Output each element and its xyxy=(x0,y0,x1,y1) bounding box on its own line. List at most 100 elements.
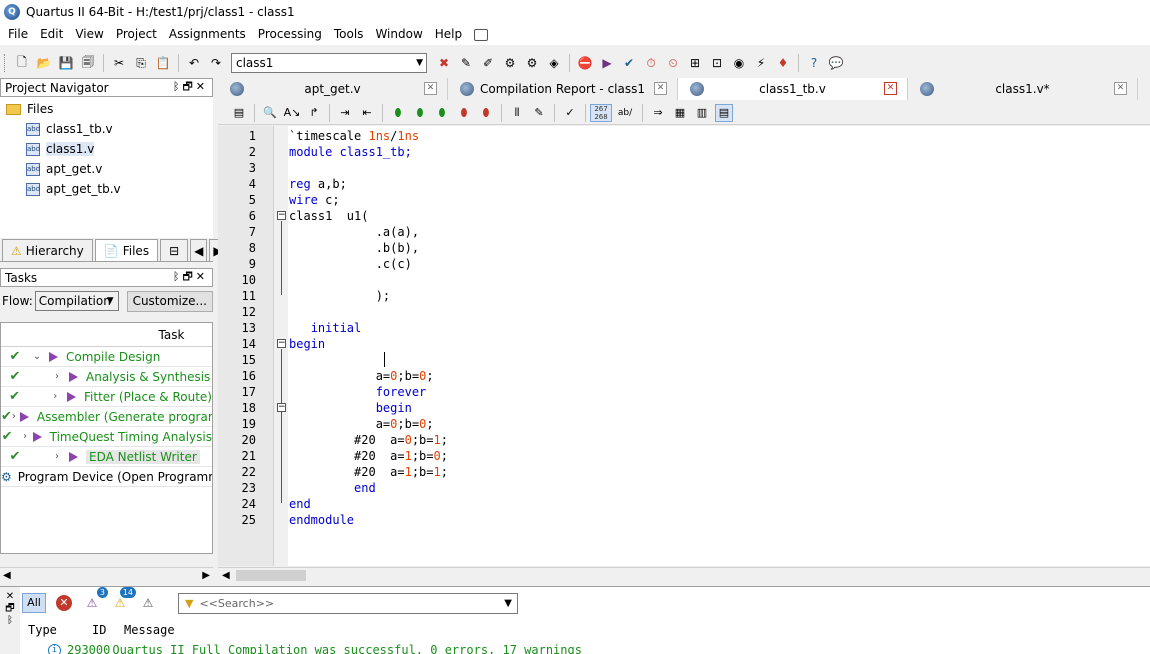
tab-files[interactable]: 📄 Files xyxy=(94,239,159,261)
technology-map-icon[interactable]: ⊡ xyxy=(708,54,726,72)
fold-toggle-icon[interactable]: − xyxy=(277,339,286,348)
right-arrow-icon[interactable]: ⇒ xyxy=(649,104,667,122)
chat-icon[interactable]: 💬 xyxy=(827,54,845,72)
menu-processing[interactable]: Processing xyxy=(252,24,328,45)
toolbar-grip[interactable] xyxy=(4,54,7,72)
message-search[interactable]: ▼ <<Search>> ▼ xyxy=(178,593,518,614)
pin-planner-icon[interactable]: ✖ xyxy=(435,54,453,72)
code-editor[interactable]: 1 `timescale 1ns/1ns 2 module class1_tb; 3 4 r… xyxy=(218,126,1150,566)
analysis-elaboration-icon[interactable]: ✔ xyxy=(620,54,638,72)
fold-toggle-icon[interactable]: − xyxy=(277,211,286,220)
settings-icon[interactable]: ⚙ xyxy=(501,54,519,72)
task-row[interactable]: ✔ › Analysis & Synthesis xyxy=(1,367,212,387)
chip-editor-icon[interactable]: ◉ xyxy=(730,54,748,72)
close-icon[interactable]: ✕ xyxy=(884,82,897,95)
menu-file[interactable]: File xyxy=(2,24,34,45)
customize-button[interactable]: Customize... xyxy=(126,290,213,312)
menu-project[interactable]: Project xyxy=(110,24,163,45)
messages-side-controls[interactable]: ✕ 🗗 ᛒ xyxy=(0,587,20,654)
task-column-header[interactable]: Task xyxy=(1,323,212,347)
filter-all-button[interactable]: All xyxy=(22,593,46,613)
col-type[interactable]: Type xyxy=(28,623,92,637)
close-icon[interactable]: ✕ xyxy=(654,82,667,95)
col-message[interactable]: Message xyxy=(124,623,175,637)
task-row[interactable]: ✔› Assembler (Generate programming files) xyxy=(1,407,212,427)
next-bookmark-icon[interactable]: ⬮ xyxy=(411,104,429,122)
editor-horizontal-scrollbar[interactable]: ◀ xyxy=(218,567,1150,582)
power-analyzer-icon[interactable]: ⚡ xyxy=(752,54,770,72)
word-wrap-toggle[interactable]: ab/ xyxy=(614,104,636,122)
unindent-icon[interactable]: ⇤ xyxy=(358,104,376,122)
editor-tab[interactable]: class1_tb.v ✕ xyxy=(678,78,908,100)
check-syntax-icon[interactable]: ✓ xyxy=(561,104,579,122)
task-row[interactable]: ✔ › EDA Netlist Writer xyxy=(1,447,212,467)
analysis-settings-icon[interactable]: ⚙ xyxy=(523,54,541,72)
detach-icon[interactable]: ▤ xyxy=(715,103,733,122)
file-item[interactable]: abd apt_get_tb.v xyxy=(0,179,213,199)
menu-assignments[interactable]: Assignments xyxy=(163,24,252,45)
scroll-thumb[interactable] xyxy=(235,569,306,581)
copy-icon[interactable]: ⎘ xyxy=(132,54,150,72)
new-file-icon[interactable]: 🗋 xyxy=(13,54,31,72)
error-filter-icon[interactable]: ✕ xyxy=(54,593,74,613)
scroll-right-icon[interactable]: ▶ xyxy=(202,570,210,581)
task-row[interactable]: ✔ › TimeQuest Timing Analysis xyxy=(1,427,212,447)
warning-filter-icon[interactable]: ⚠ 14 xyxy=(110,587,136,613)
clear-bookmark-icon[interactable]: ⬮ xyxy=(455,104,473,122)
scroll-left-icon[interactable]: ◀ xyxy=(3,570,11,581)
menu-tools[interactable]: Tools xyxy=(328,24,370,45)
run-task-icon[interactable] xyxy=(69,451,78,462)
tab-design-units[interactable]: ⊟ xyxy=(160,239,189,261)
menu-help[interactable]: Help xyxy=(429,24,468,45)
help-icon[interactable]: ? xyxy=(805,54,823,72)
insert-template-icon[interactable]: ▤ xyxy=(230,104,248,122)
close-icon[interactable]: ✕ xyxy=(1114,82,1127,95)
task-row[interactable]: ✔ ⌄ Compile Design xyxy=(1,347,212,367)
chevron-right-icon[interactable]: › xyxy=(12,411,16,422)
undo-icon[interactable]: ↶ xyxy=(185,54,203,72)
open-icon[interactable]: 📂 xyxy=(35,54,53,72)
chevron-down-icon[interactable]: ⌄ xyxy=(29,351,45,362)
chevron-right-icon[interactable]: › xyxy=(49,451,65,462)
tab-hierarchy[interactable]: ⚠ Hierarchy xyxy=(2,239,93,261)
panel-controls[interactable]: ᛒ🗗✕ xyxy=(173,78,208,97)
view-icon[interactable]: ▦ xyxy=(671,104,689,122)
split-view-icon[interactable]: ▥ xyxy=(693,104,711,122)
line-numbers-toggle[interactable]: 267 268 xyxy=(590,103,612,122)
programmer-icon[interactable]: ⚙ xyxy=(1,470,12,484)
editor-tab[interactable]: class1.v* ✕ xyxy=(908,78,1138,100)
paste-icon[interactable]: 📋 xyxy=(154,54,172,72)
cut-icon[interactable]: ✂ xyxy=(110,54,128,72)
run-task-icon[interactable] xyxy=(69,371,78,382)
assignment-wizard-icon[interactable]: ✎ xyxy=(457,54,475,72)
chip-planner-icon[interactable]: ✐ xyxy=(479,54,497,72)
close-icon[interactable]: ✕ xyxy=(424,82,437,95)
message-row[interactable]: i 293000 Quartus II Full Compilation was… xyxy=(48,643,582,654)
comment-icon[interactable]: ⦀ xyxy=(508,104,526,122)
menu-window[interactable]: Window xyxy=(369,24,428,45)
editor-tab[interactable]: Compilation Report - class1 ✕ xyxy=(448,78,678,100)
indent-icon[interactable]: ⇥ xyxy=(336,104,354,122)
run-task-icon[interactable] xyxy=(32,431,42,442)
menu-edit[interactable]: Edit xyxy=(34,24,69,45)
uncomment-icon[interactable]: ✎ xyxy=(530,104,548,122)
panel-controls[interactable]: ᛒ🗗✕ xyxy=(173,268,208,287)
find-icon[interactable]: 🔍 xyxy=(261,104,279,122)
run-task-icon[interactable] xyxy=(19,411,29,422)
file-item[interactable]: abd apt_get.v xyxy=(0,159,213,179)
chevron-down-icon[interactable]: ▼ xyxy=(504,598,512,609)
flow-select[interactable]: Compilation ▼ xyxy=(34,291,119,311)
timing-analyzer-icon[interactable]: ⏱ xyxy=(642,54,660,72)
tab-scroll-left[interactable]: ◀ xyxy=(190,239,208,261)
run-task-icon[interactable] xyxy=(67,391,76,402)
task-row[interactable]: ✔ › Fitter (Place & Route) xyxy=(1,387,212,407)
help-chat-icon[interactable] xyxy=(474,28,489,41)
chevron-right-icon[interactable]: › xyxy=(22,431,29,442)
prev-bookmark-icon[interactable]: ⬮ xyxy=(433,104,451,122)
chevron-right-icon[interactable]: › xyxy=(49,371,65,382)
programmer-icon[interactable]: ♦ xyxy=(774,54,792,72)
menu-view[interactable]: View xyxy=(69,24,109,45)
run-task-icon[interactable] xyxy=(49,351,58,362)
bookmark-icon[interactable]: ⬮ xyxy=(389,104,407,122)
editor-tab[interactable]: apt_get.v ✕ xyxy=(218,78,448,100)
